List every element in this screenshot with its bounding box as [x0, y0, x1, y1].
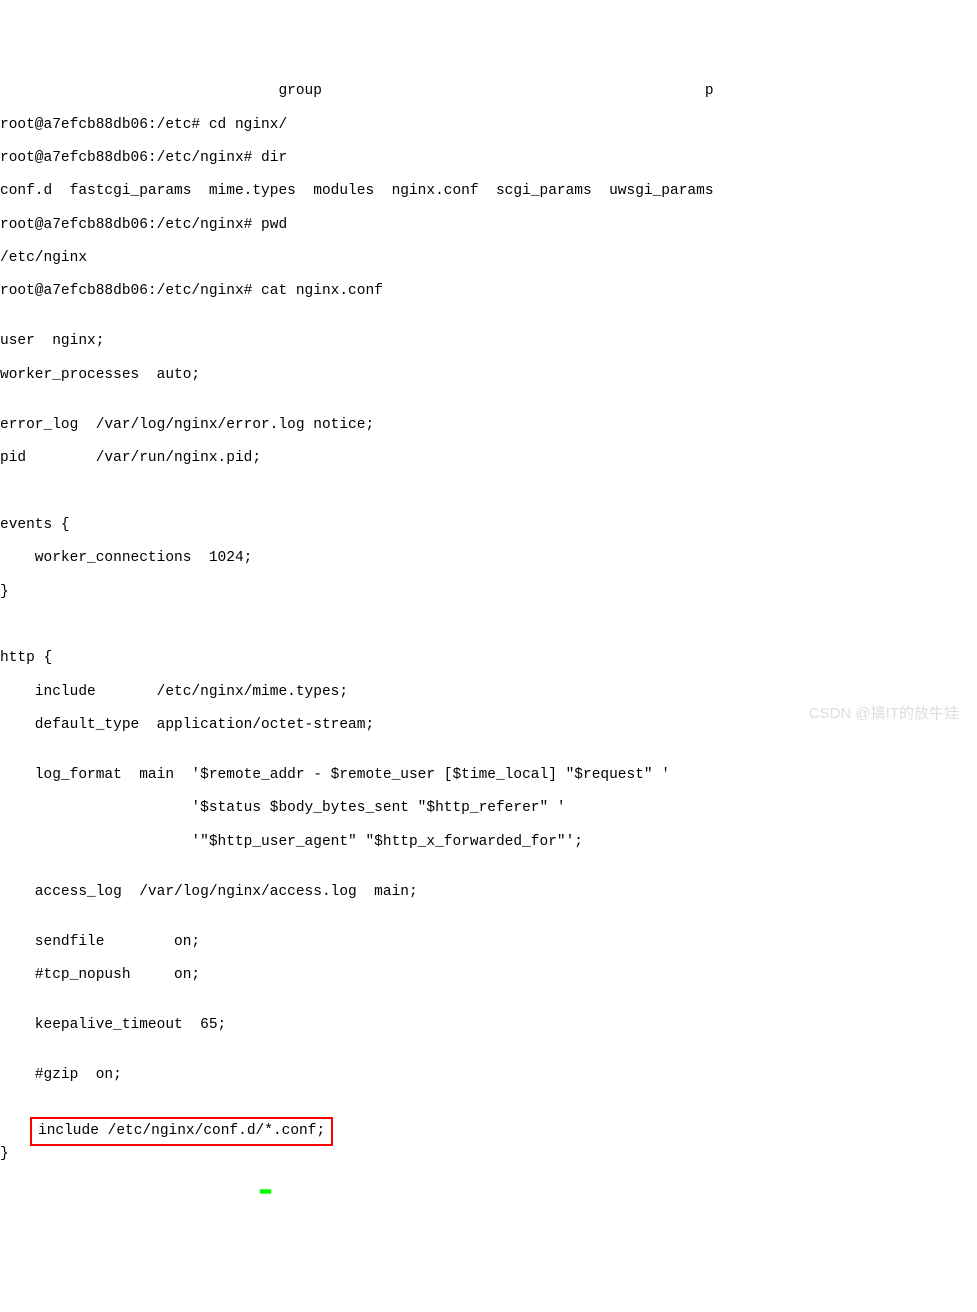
- terminal-line: }: [0, 584, 977, 601]
- terminal-output[interactable]: group p root@a7efcb88db06:/etc# cd nginx…: [0, 67, 977, 1196]
- terminal-line: /etc/nginx: [0, 250, 977, 267]
- terminal-line: events {: [0, 517, 977, 534]
- terminal-line: worker_processes auto;: [0, 367, 977, 384]
- highlighted-include-line: include /etc/nginx/conf.d/*.conf;: [30, 1117, 333, 1146]
- cursor-icon: ▂: [260, 1179, 271, 1196]
- terminal-line: root@a7efcb88db06:/etc/nginx# dir: [0, 150, 977, 167]
- terminal-line: conf.d fastcgi_params mime.types modules…: [0, 183, 977, 200]
- csdn-watermark: CSDN @搞IT的放牛娃: [809, 705, 959, 722]
- terminal-line: group p: [0, 83, 977, 100]
- terminal-line: '$status $body_bytes_sent "$http_referer…: [0, 800, 977, 817]
- terminal-line: keepalive_timeout 65;: [0, 1017, 977, 1034]
- terminal-line: include /etc/nginx/mime.types;: [0, 684, 977, 701]
- terminal-line: access_log /var/log/nginx/access.log mai…: [0, 884, 977, 901]
- terminal-line: #gzip on;: [0, 1067, 977, 1084]
- terminal-line: user nginx;: [0, 333, 977, 350]
- terminal-line: error_log /var/log/nginx/error.log notic…: [0, 417, 977, 434]
- terminal-line: }: [0, 1146, 977, 1163]
- terminal-line: pid /var/run/nginx.pid;: [0, 450, 977, 467]
- terminal-line: root@a7efcb88db06:/etc/nginx# cat nginx.…: [0, 283, 977, 300]
- terminal-line: http {: [0, 650, 977, 667]
- terminal-line: #tcp_nopush on;: [0, 967, 977, 984]
- terminal-line: worker_connections 1024;: [0, 550, 977, 567]
- terminal-line: root@a7efcb88db06:/etc/nginx# pwd: [0, 217, 977, 234]
- terminal-line: log_format main '$remote_addr - $remote_…: [0, 767, 977, 784]
- terminal-line: root@a7efcb88db06:/etc# cd nginx/: [0, 117, 977, 134]
- terminal-line: sendfile on;: [0, 934, 977, 951]
- terminal-line: '"$http_user_agent" "$http_x_forwarded_f…: [0, 834, 977, 851]
